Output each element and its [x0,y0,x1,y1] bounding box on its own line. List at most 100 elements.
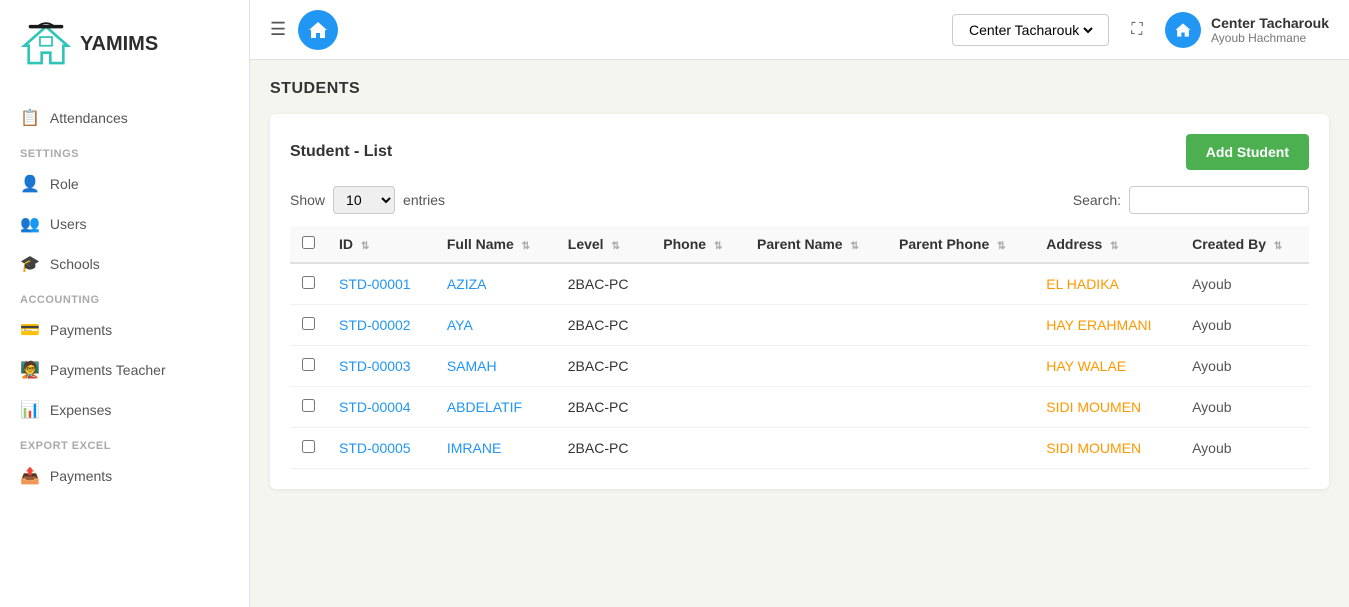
user-subtitle: Ayoub Hachmane [1211,31,1329,45]
row-checkbox[interactable] [302,399,315,412]
col-phone-label: Phone [663,236,706,252]
payments-teacher-icon: 🧑‍🏫 [20,360,40,380]
entries-label: entries [403,192,445,208]
sidebar-item-users[interactable]: 👥 Users [0,204,249,244]
schools-icon: 🎓 [20,254,40,274]
row-checkbox[interactable] [302,317,315,330]
row-checkbox-cell [290,387,327,428]
sidebar-item-expenses[interactable]: 📊 Expenses [0,390,249,430]
search-label: Search: [1073,192,1121,208]
center-select-wrapper[interactable]: Center Tacharouk [952,14,1109,46]
phone-sort-icon[interactable]: ⇅ [714,241,722,252]
sidebar-item-export-payments[interactable]: 📤 Payments [0,456,249,496]
row-id[interactable]: STD-00002 [327,305,435,346]
row-parent-name [745,428,887,469]
col-created-by: Created By ⇅ [1180,226,1309,263]
table-row: STD-00001 AZIZA 2BAC-PC EL HADIKA Ayoub [290,263,1309,305]
row-full-name[interactable]: IMRANE [435,428,556,469]
sidebar-item-payments[interactable]: 💳 Payments [0,310,249,350]
parent-phone-sort-icon[interactable]: ⇅ [997,241,1005,252]
table-body: STD-00001 AZIZA 2BAC-PC EL HADIKA Ayoub … [290,263,1309,469]
row-id[interactable]: STD-00005 [327,428,435,469]
col-full-name-label: Full Name [447,236,514,252]
col-address-label: Address [1046,236,1102,252]
row-created-by: Ayoub [1180,263,1309,305]
parent-name-sort-icon[interactable]: ⇅ [850,241,858,252]
logo-area: YAMIMS [0,0,249,88]
sidebar-item-payments-teacher[interactable]: 🧑‍🏫 Payments Teacher [0,350,249,390]
row-phone [651,387,745,428]
row-parent-phone [887,346,1034,387]
sidebar-item-schools[interactable]: 🎓 Schools [0,244,249,284]
row-id[interactable]: STD-00004 [327,387,435,428]
sidebar-item-label: Payments [50,322,112,338]
col-full-name: Full Name ⇅ [435,226,556,263]
level-sort-icon[interactable]: ⇅ [611,241,619,252]
address-sort-icon[interactable]: ⇅ [1110,241,1118,252]
payments-icon: 💳 [20,320,40,340]
logo-icon [20,18,72,70]
export-excel-section-label: EXPORT EXCEL [0,430,249,456]
row-created-by: Ayoub [1180,305,1309,346]
row-address: EL HADIKA [1034,263,1180,305]
search-input[interactable] [1129,186,1309,214]
row-checkbox[interactable] [302,358,315,371]
settings-section-label: SETTINGS [0,138,249,164]
sidebar-item-role[interactable]: 👤 Role [0,164,249,204]
show-label: Show [290,192,325,208]
row-parent-name [745,305,887,346]
row-parent-phone [887,428,1034,469]
row-parent-phone [887,263,1034,305]
col-level-label: Level [568,236,604,252]
row-level: 2BAC-PC [556,428,652,469]
row-full-name[interactable]: ABDELATIF [435,387,556,428]
card-title: Student - List [290,143,392,161]
user-avatar [1165,12,1201,48]
select-all-checkbox[interactable] [302,236,315,249]
row-id[interactable]: STD-00003 [327,346,435,387]
sidebar-item-label: Role [50,176,79,192]
sidebar-item-label: Schools [50,256,100,272]
topbar-logo-icon [306,18,330,42]
row-id[interactable]: STD-00001 [327,263,435,305]
user-text-info: Center Tacharouk Ayoub Hachmane [1211,15,1329,45]
row-parent-phone [887,387,1034,428]
row-checkbox-cell [290,346,327,387]
search-box: Search: [1073,186,1309,214]
row-created-by: Ayoub [1180,346,1309,387]
row-level: 2BAC-PC [556,305,652,346]
show-entries-control: Show 10 25 50 100 entries [290,186,445,214]
main-area: ☰ Center Tacharouk ⛶ Center Tacharouk Ay… [250,0,1349,607]
row-level: 2BAC-PC [556,263,652,305]
entries-select[interactable]: 10 25 50 100 [333,186,395,214]
full-name-sort-icon[interactable]: ⇅ [522,241,530,252]
header-row: ID ⇅ Full Name ⇅ Level ⇅ Phone [290,226,1309,263]
fullscreen-icon[interactable]: ⛶ [1121,14,1153,46]
col-parent-phone: Parent Phone ⇅ [887,226,1034,263]
row-checkbox-cell [290,428,327,469]
col-phone: Phone ⇅ [651,226,745,263]
created-by-sort-icon[interactable]: ⇅ [1274,241,1282,252]
id-sort-icon[interactable]: ⇅ [361,241,369,252]
student-list-card: Student - List Add Student Show 10 25 50… [270,114,1329,489]
add-student-button[interactable]: Add Student [1186,134,1309,170]
row-checkbox[interactable] [302,276,315,289]
users-icon: 👥 [20,214,40,234]
row-full-name[interactable]: AYA [435,305,556,346]
user-info-area: Center Tacharouk Ayoub Hachmane [1165,12,1329,48]
row-checkbox[interactable] [302,440,315,453]
row-address: HAY ERAHMANI [1034,305,1180,346]
row-full-name[interactable]: AZIZA [435,263,556,305]
center-select[interactable]: Center Tacharouk [965,21,1096,39]
row-phone [651,263,745,305]
row-full-name[interactable]: SAMAH [435,346,556,387]
card-header: Student - List Add Student [290,134,1309,170]
sidebar-item-label: Payments [50,468,112,484]
sidebar-item-attendances[interactable]: 📋 Attendances [0,98,249,138]
menu-icon[interactable]: ☰ [270,19,286,40]
col-level: Level ⇅ [556,226,652,263]
row-address: SIDI MOUMEN [1034,387,1180,428]
row-checkbox-cell [290,305,327,346]
table-row: STD-00003 SAMAH 2BAC-PC HAY WALAE Ayoub [290,346,1309,387]
row-level: 2BAC-PC [556,387,652,428]
